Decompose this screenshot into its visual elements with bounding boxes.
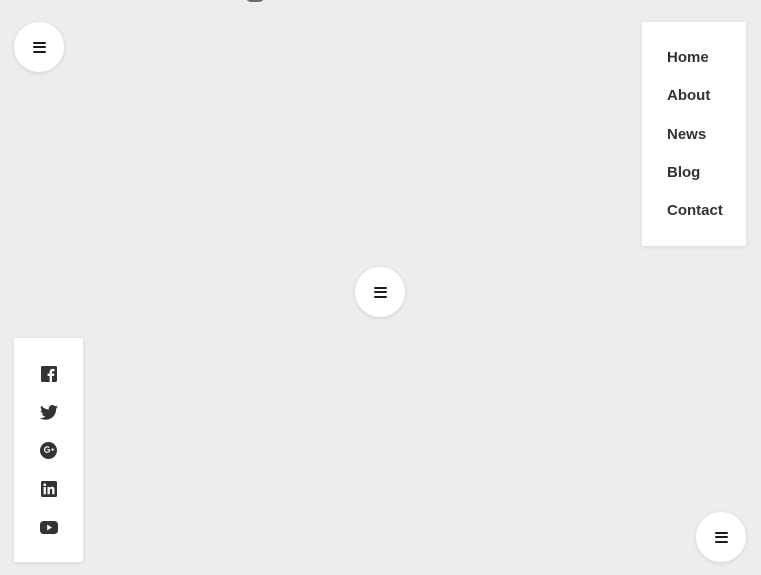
hamburger-menu-icon xyxy=(714,531,728,543)
facebook-icon xyxy=(40,366,57,382)
linkedin-icon xyxy=(40,480,57,497)
menu-toggle-button-top-left[interactable] xyxy=(14,22,64,72)
menu-toggle-button-bottom-right[interactable] xyxy=(696,512,746,562)
nav-item-news[interactable]: News xyxy=(667,125,723,163)
youtube-icon xyxy=(39,520,58,534)
twitter-icon xyxy=(39,404,58,420)
page-canvas: Home About News Blog Contact xyxy=(0,0,761,575)
nav-item-home[interactable]: Home xyxy=(667,48,723,86)
social-links-list xyxy=(14,364,83,555)
nav-menu-panel: Home About News Blog Contact xyxy=(642,22,746,246)
nav-menu-list: Home About News Blog Contact xyxy=(667,48,723,239)
hamburger-menu-icon xyxy=(32,41,46,53)
google-plus-icon xyxy=(40,442,57,460)
youtube-link[interactable] xyxy=(39,517,59,537)
facebook-link[interactable] xyxy=(39,364,59,384)
hamburger-menu-icon xyxy=(373,286,387,298)
menu-toggle-button-center[interactable] xyxy=(355,267,405,317)
linkedin-link[interactable] xyxy=(39,479,59,499)
google-plus-link[interactable] xyxy=(39,441,59,461)
nav-item-blog[interactable]: Blog xyxy=(667,163,723,201)
cropped-element-top xyxy=(244,0,266,2)
nav-item-contact[interactable]: Contact xyxy=(667,201,723,239)
twitter-link[interactable] xyxy=(39,402,59,422)
nav-item-about[interactable]: About xyxy=(667,86,723,124)
social-links-panel xyxy=(14,338,83,562)
